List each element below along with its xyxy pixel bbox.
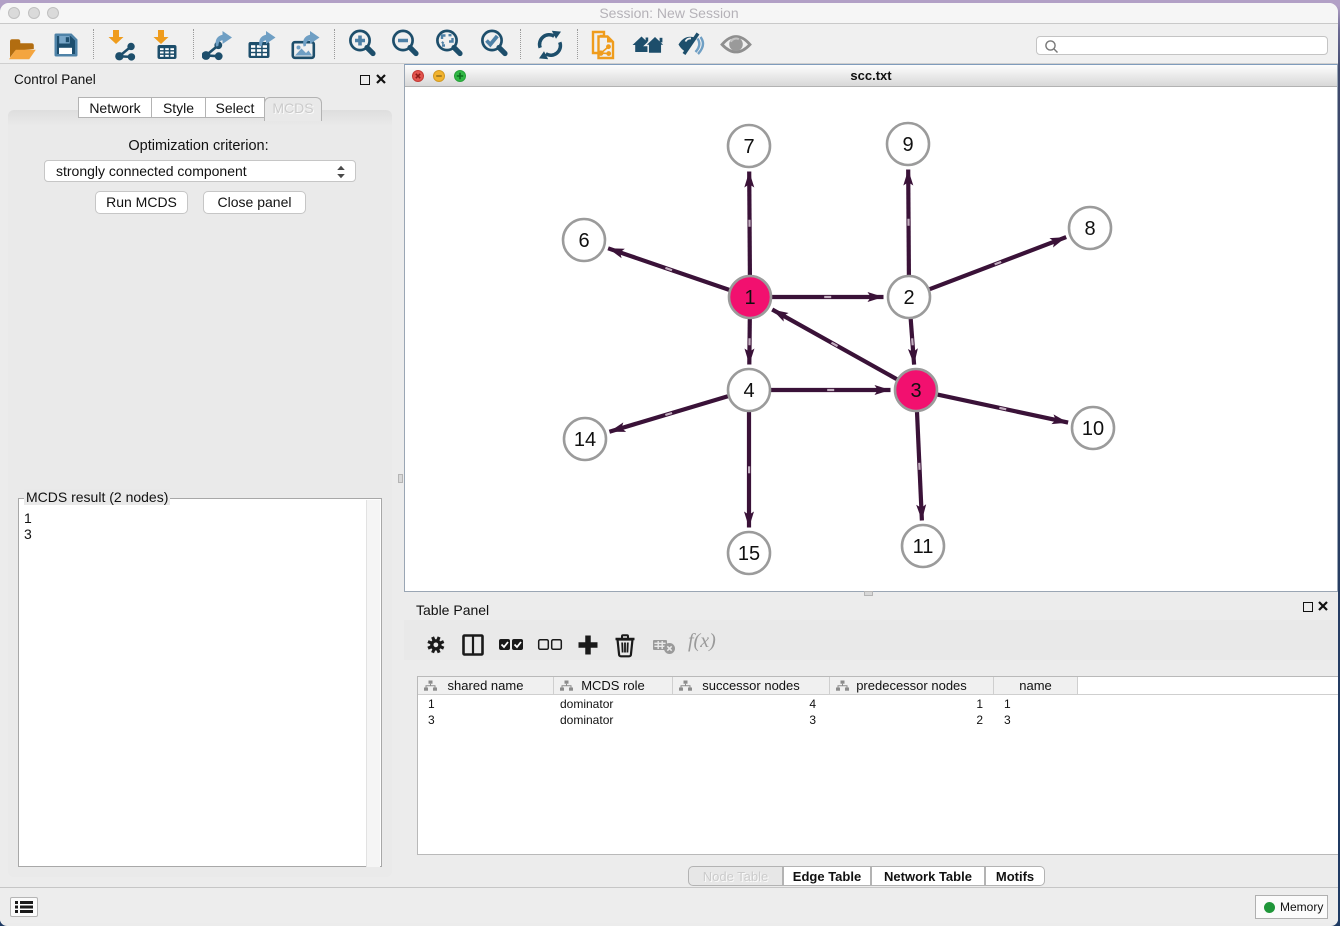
svg-text:11: 11 bbox=[913, 536, 934, 558]
svg-text:7: 7 bbox=[743, 136, 754, 158]
svg-text:15: 15 bbox=[738, 543, 760, 565]
svg-text:2: 2 bbox=[903, 287, 914, 309]
svg-text:10: 10 bbox=[1082, 418, 1104, 440]
svg-text:14: 14 bbox=[574, 429, 596, 451]
svg-text:9: 9 bbox=[902, 134, 913, 156]
svg-text:4: 4 bbox=[743, 380, 754, 402]
svg-text:6: 6 bbox=[578, 230, 589, 252]
svg-text:8: 8 bbox=[1084, 218, 1095, 240]
svg-text:1: 1 bbox=[744, 287, 755, 309]
svg-text:3: 3 bbox=[910, 380, 921, 402]
